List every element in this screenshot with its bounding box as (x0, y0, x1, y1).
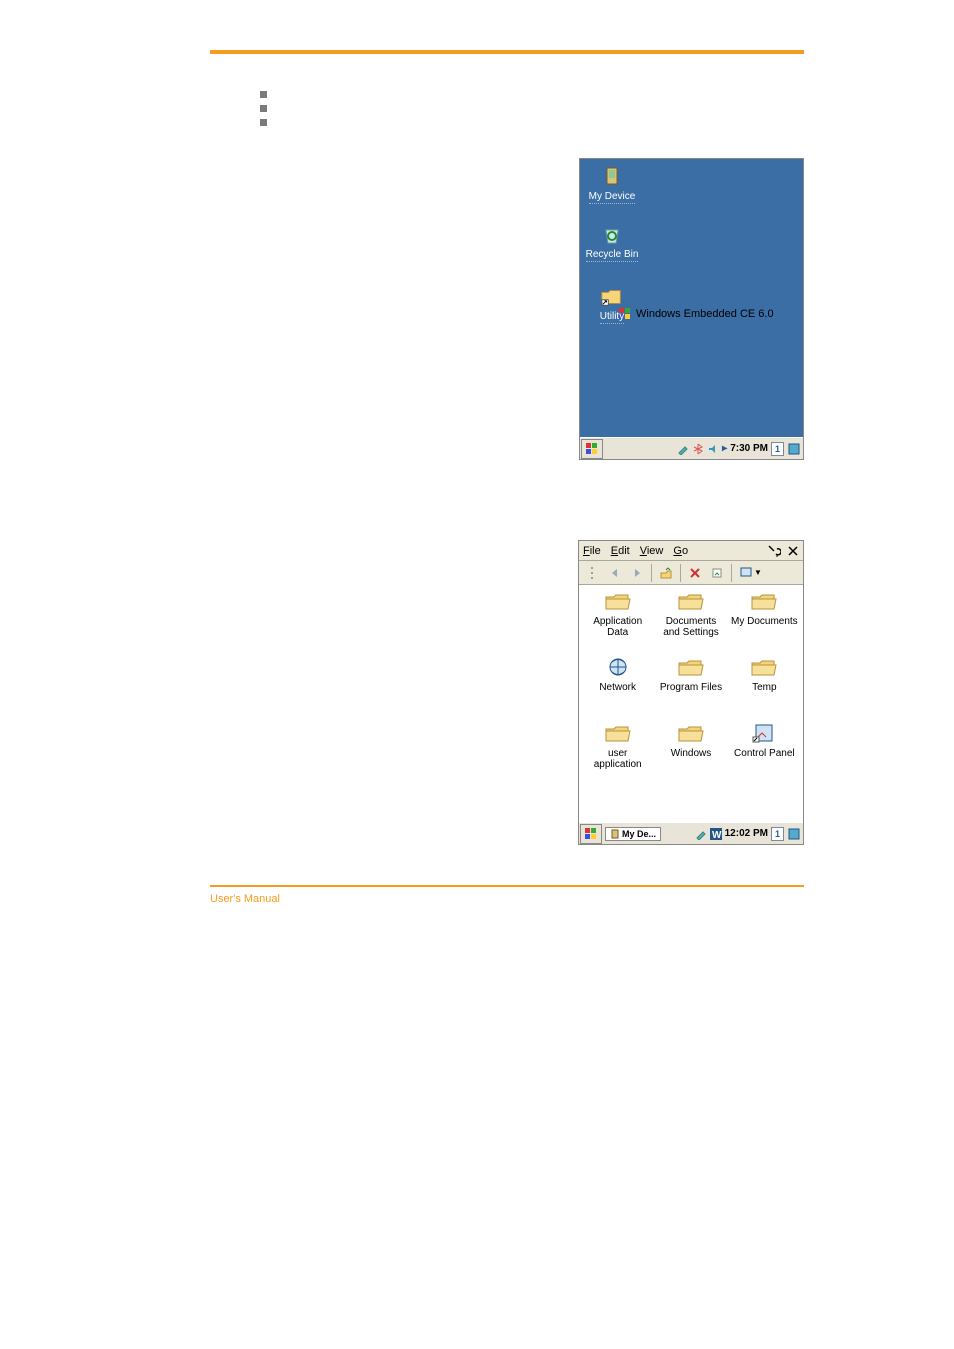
desktop-screenshot: My Device Recycle Bin (579, 158, 804, 460)
help-icon[interactable] (767, 544, 781, 558)
bottom-rule (210, 885, 804, 887)
show-desktop-icon[interactable] (787, 442, 801, 456)
back-button[interactable] (605, 563, 625, 583)
system-tray: ▸ 7:30 PM 1 (677, 442, 803, 456)
bullet-square-icon (260, 119, 267, 126)
desktop-icon-label: Recycle Bin (586, 249, 639, 262)
delete-button[interactable] (685, 563, 705, 583)
bullet-section (210, 84, 804, 128)
windows-flag-icon (585, 442, 599, 456)
desktop-icon-recycle-bin[interactable]: Recycle Bin (582, 223, 642, 262)
recycle-bin-icon (600, 223, 624, 247)
folder-item[interactable]: My Documents (730, 591, 799, 651)
desktop-icon-my-device[interactable]: My Device (582, 165, 642, 204)
folder-label: Documents and Settings (656, 616, 725, 638)
explorer-body: Application Data Documents and Settings … (579, 585, 803, 822)
toolbar: ▼ (579, 561, 803, 585)
clock[interactable]: 12:02 PM (725, 828, 768, 839)
folder-icon (677, 657, 705, 679)
folder-icon (750, 657, 778, 679)
folder-label: Windows (671, 748, 712, 759)
folder-item[interactable]: user application (583, 723, 652, 783)
tray-indicator[interactable]: 1 (771, 442, 784, 456)
desktop-icon-label: Utility (600, 311, 624, 324)
menu-file[interactable]: File (583, 545, 601, 557)
desktop-icon-utility[interactable]: Utility (582, 285, 642, 324)
tray-volume-icon[interactable] (707, 443, 719, 455)
close-icon[interactable] (787, 545, 799, 557)
network-icon (604, 657, 632, 679)
tray-bt-icon[interactable] (692, 443, 704, 455)
folder-shortcut-icon (600, 285, 624, 309)
folder-label: Application Data (583, 616, 652, 638)
taskbar: ▸ 7:30 PM 1 (580, 437, 803, 459)
taskbar-task[interactable]: My De... (605, 827, 661, 841)
windows-flag-icon (584, 827, 598, 841)
folder-item[interactable]: Control Panel (730, 723, 799, 783)
folder-icon (750, 591, 778, 613)
menu-bar: File Edit View Go (579, 541, 803, 561)
tray-plug-icon[interactable] (695, 828, 707, 840)
properties-button[interactable] (707, 563, 727, 583)
folder-item[interactable]: Network (583, 657, 652, 717)
top-rule (210, 50, 804, 54)
folder-item[interactable]: Temp (730, 657, 799, 717)
explorer-taskbar: My De... W 12:02 PM 1 (579, 822, 803, 844)
row-screenshot-1: My Device Recycle Bin (210, 158, 804, 460)
start-button[interactable] (580, 824, 602, 844)
folder-item[interactable]: Program Files (656, 657, 725, 717)
folder-icon (604, 723, 632, 745)
forward-button[interactable] (627, 563, 647, 583)
bullet-square-icon (260, 105, 267, 112)
start-button[interactable] (581, 439, 603, 459)
folder-label: My Documents (731, 616, 798, 627)
wince-text: Windows Embedded CE 6.0 (636, 308, 774, 320)
my-device-small-icon (610, 829, 620, 839)
task-label: My De... (622, 829, 656, 839)
grip-icon (583, 563, 603, 583)
row-screenshot-2: File Edit View Go (210, 540, 804, 845)
system-tray: W 12:02 PM 1 (695, 827, 803, 841)
control-panel-icon (750, 723, 778, 745)
folder-icon (604, 591, 632, 613)
folder-icon (677, 591, 705, 613)
tray-indicator[interactable]: 1 (771, 827, 784, 841)
up-button[interactable] (656, 563, 676, 583)
folder-item[interactable]: Windows (656, 723, 725, 783)
folder-label: Control Panel (734, 748, 795, 759)
bullet-item (260, 114, 279, 126)
folder-label: Program Files (660, 682, 722, 693)
bullet-item (260, 100, 279, 112)
view-mode-button[interactable]: ▼ (736, 563, 766, 583)
folder-label: user application (583, 748, 652, 770)
menu-go[interactable]: Go (673, 545, 688, 557)
menu-view[interactable]: View (640, 545, 664, 557)
explorer-screenshot: File Edit View Go (578, 540, 804, 845)
tray-w-icon[interactable]: W (710, 828, 722, 840)
bullet-square-icon (260, 91, 267, 98)
show-desktop-icon[interactable] (787, 827, 801, 841)
clock[interactable]: 7:30 PM (730, 443, 768, 454)
my-device-icon (600, 165, 624, 189)
folder-label: Network (599, 682, 636, 693)
tray-plug-icon[interactable] (677, 443, 689, 455)
folder-label: Temp (752, 682, 776, 693)
desktop-icon-label: My Device (589, 191, 636, 204)
footer-left: User's Manual (210, 893, 280, 905)
bullet-item (260, 86, 279, 98)
footer: User's Manual (210, 893, 804, 905)
menu-edit[interactable]: Edit (611, 545, 630, 557)
folder-item[interactable]: Application Data (583, 591, 652, 651)
folder-item[interactable]: Documents and Settings (656, 591, 725, 651)
folder-icon (677, 723, 705, 745)
svg-text:W: W (712, 830, 722, 840)
